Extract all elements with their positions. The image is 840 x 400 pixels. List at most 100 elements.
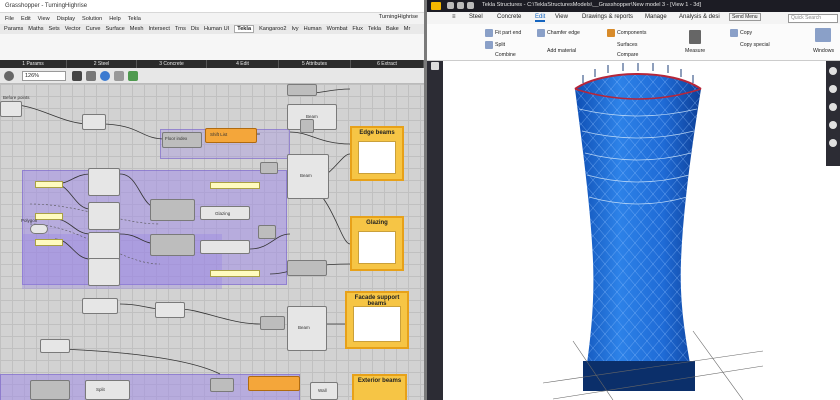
components-button[interactable]: Components bbox=[617, 30, 646, 36]
tab-tekla-2[interactable]: Tekla bbox=[368, 26, 381, 32]
copy-icon[interactable] bbox=[730, 29, 738, 37]
tab-view[interactable]: View bbox=[555, 14, 568, 20]
node-split-2[interactable] bbox=[88, 202, 120, 230]
node-transform[interactable] bbox=[82, 114, 106, 130]
add-material-button[interactable]: Add material bbox=[547, 48, 576, 54]
tab-intersect[interactable]: Intersect bbox=[148, 26, 169, 32]
node-before-points[interactable]: Before points bbox=[0, 95, 30, 117]
slider-value-3[interactable] bbox=[35, 239, 63, 246]
combine-button[interactable]: Combine bbox=[495, 52, 516, 58]
node-plane-a[interactable] bbox=[150, 199, 195, 221]
node-glazing-out[interactable] bbox=[287, 260, 327, 276]
tab-flux[interactable]: Flux bbox=[352, 26, 363, 32]
tab-file-menu-icon[interactable]: ≡ bbox=[452, 14, 456, 20]
panel-glazing[interactable]: Glazing bbox=[350, 216, 404, 271]
zoom-field[interactable]: 126% bbox=[22, 71, 66, 81]
fit-part-end-button[interactable]: Fit part end bbox=[495, 30, 521, 36]
tab-maths[interactable]: Maths bbox=[28, 26, 43, 32]
layers-icon[interactable] bbox=[829, 139, 837, 147]
menu-view[interactable]: View bbox=[38, 16, 50, 22]
node-glazing-2[interactable] bbox=[200, 240, 250, 254]
menu-solution[interactable]: Solution bbox=[82, 16, 102, 22]
node-ext-split[interactable]: Split bbox=[85, 380, 130, 400]
windows-icon[interactable] bbox=[815, 28, 831, 42]
snap-icon[interactable] bbox=[431, 62, 439, 70]
node-shift-list-2[interactable] bbox=[248, 376, 300, 391]
node-facade-src[interactable] bbox=[260, 316, 285, 330]
quick-search-input[interactable]: Quick Search bbox=[788, 14, 838, 23]
chamfer-edge-icon[interactable] bbox=[537, 29, 545, 37]
components-icon[interactable] bbox=[607, 29, 615, 37]
tab-dis[interactable]: Dis bbox=[191, 26, 199, 32]
tab-mr[interactable]: Mr bbox=[404, 26, 411, 32]
slider-value-2[interactable] bbox=[35, 213, 63, 220]
tab-human[interactable]: Human bbox=[304, 26, 322, 32]
save-icon[interactable] bbox=[447, 2, 454, 9]
node-merge[interactable] bbox=[258, 225, 276, 239]
group-concrete[interactable]: 3 Concrete bbox=[137, 60, 207, 68]
slider-a[interactable] bbox=[210, 182, 260, 189]
group-params[interactable]: 1 Params bbox=[0, 60, 67, 68]
properties-icon[interactable] bbox=[829, 67, 837, 75]
eye-icon[interactable] bbox=[100, 71, 110, 81]
tab-manage[interactable]: Manage bbox=[645, 14, 667, 20]
split-icon[interactable] bbox=[485, 41, 493, 49]
panel-facade-support-beams[interactable]: Facade support beams bbox=[345, 291, 409, 349]
node-polygon[interactable]: Polygon bbox=[21, 218, 48, 234]
menu-display[interactable]: Display bbox=[57, 16, 75, 22]
node-line[interactable] bbox=[82, 298, 118, 314]
tab-analysis-design[interactable]: Analysis & desi bbox=[679, 14, 720, 20]
group-extract[interactable]: 6 Extract bbox=[351, 60, 424, 68]
menu-tekla[interactable]: Tekla bbox=[128, 16, 141, 22]
grasshopper-canvas[interactable]: Before points Floor index Shift List Bea… bbox=[0, 84, 424, 400]
gear-icon[interactable] bbox=[829, 103, 837, 111]
menu-file[interactable]: File bbox=[5, 16, 14, 22]
tab-tekla[interactable]: Tekla bbox=[234, 25, 255, 33]
slider-b[interactable] bbox=[210, 270, 260, 277]
shaded-preview-icon[interactable] bbox=[128, 71, 138, 81]
wire-display-icon[interactable] bbox=[86, 71, 96, 81]
node-beam-edge[interactable]: Beam bbox=[287, 154, 329, 199]
node-plane-c[interactable] bbox=[210, 378, 234, 392]
menu-help[interactable]: Help bbox=[109, 16, 121, 22]
slider-value-1[interactable] bbox=[35, 181, 63, 188]
node-floor-index[interactable]: Floor index bbox=[162, 132, 202, 148]
fit-part-end-icon[interactable] bbox=[485, 29, 493, 37]
panel-exterior-beams[interactable]: Exterior beams bbox=[352, 374, 407, 400]
tab-trns[interactable]: Trns bbox=[175, 26, 186, 32]
tab-sets[interactable]: Sets bbox=[49, 26, 60, 32]
tab-curve[interactable]: Curve bbox=[86, 26, 101, 32]
node-wall[interactable]: Wall bbox=[310, 382, 338, 400]
info-icon[interactable] bbox=[829, 121, 837, 129]
node-shift-list[interactable]: Shift List bbox=[205, 128, 257, 143]
node-beam-facade[interactable]: Beam bbox=[287, 306, 327, 351]
preview-icon[interactable] bbox=[72, 71, 82, 81]
surfaces-button[interactable]: Surfaces bbox=[617, 42, 637, 48]
tab-kangaroo2[interactable]: Kangaroo2 bbox=[259, 26, 286, 32]
split-button[interactable]: Split bbox=[495, 42, 505, 48]
panel-edge-beams[interactable]: Edge beams bbox=[350, 126, 404, 181]
menu-edit[interactable]: Edit bbox=[21, 16, 31, 22]
node-split-1[interactable] bbox=[88, 168, 120, 196]
node-plane-b[interactable] bbox=[150, 234, 195, 256]
node-slider-source[interactable] bbox=[260, 162, 278, 174]
send-menu-button[interactable]: Send Menu bbox=[729, 13, 761, 21]
copy-special-button[interactable]: Copy special bbox=[740, 42, 770, 48]
compare-button[interactable]: Compare bbox=[617, 52, 638, 58]
node-ext-input[interactable] bbox=[30, 380, 70, 400]
tab-human-ui[interactable]: Human UI bbox=[204, 26, 229, 32]
group-edit[interactable]: 4 Edit bbox=[207, 60, 279, 68]
list-icon[interactable] bbox=[829, 85, 837, 93]
node-split-4[interactable] bbox=[88, 258, 120, 286]
tab-edit[interactable]: Edit bbox=[535, 14, 546, 22]
node-list[interactable] bbox=[40, 339, 70, 353]
copy-button[interactable]: Copy bbox=[740, 30, 752, 36]
node-small-1[interactable] bbox=[300, 119, 314, 133]
node-glazing-1[interactable]: Glazing bbox=[200, 206, 250, 220]
model-view-3d[interactable] bbox=[443, 61, 826, 400]
tab-surface[interactable]: Surface bbox=[106, 26, 125, 32]
tab-params[interactable]: Params bbox=[4, 26, 23, 32]
chamfer-edge-button[interactable]: Chamfer edge bbox=[547, 30, 580, 36]
tab-mesh[interactable]: Mesh bbox=[130, 26, 144, 32]
group-steel[interactable]: 2 Steel bbox=[67, 60, 137, 68]
